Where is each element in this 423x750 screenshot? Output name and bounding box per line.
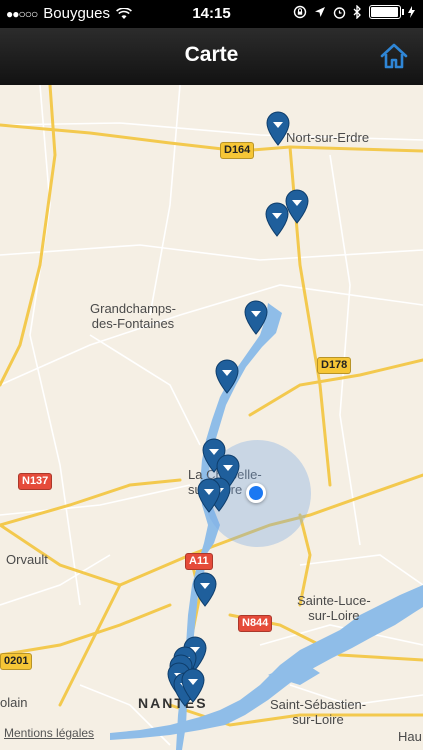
map-view[interactable]: D164 D178 N137 A11 N844 0201 Nort-sur-Er… [0, 85, 423, 750]
map-marker-pin-icon[interactable] [180, 667, 206, 703]
road-label-d164: D164 [220, 142, 255, 159]
map-marker-pin-icon[interactable] [243, 299, 269, 335]
map-base [0, 85, 423, 750]
road-label-d201: 0201 [0, 653, 33, 670]
status-bar: ●●○○○ Bouygues 14:15 [0, 0, 423, 28]
page-title: Carte [184, 43, 239, 66]
road-label-d178: D178 [317, 357, 352, 374]
map-marker-pin-icon[interactable] [264, 201, 290, 237]
place-label-orvault: Orvault [6, 552, 48, 567]
map-marker-pin-icon[interactable] [265, 110, 291, 146]
location-arrow-icon [315, 7, 325, 17]
alarm-icon [333, 6, 346, 19]
map-marker-pin-icon[interactable] [192, 571, 218, 607]
map-marker-pin-icon[interactable] [196, 477, 222, 513]
place-label-blain: olain [0, 695, 28, 710]
home-icon[interactable] [379, 42, 409, 70]
place-label-haute: Hau [398, 729, 422, 744]
map-marker-pin-icon[interactable] [214, 358, 240, 394]
charging-icon [408, 6, 415, 18]
road-label-a11: A11 [185, 553, 213, 570]
road-label-n844: N844 [238, 615, 273, 632]
place-label-nort-sur-erdre: Nort-sur-Erdre [286, 130, 370, 145]
legal-link[interactable]: Mentions légales [4, 726, 94, 740]
battery-icon [369, 5, 404, 19]
bluetooth-icon [353, 5, 361, 19]
place-label-grandchamps: Grandchamps- des-Fontaines [90, 301, 176, 331]
place-label-sainte-luce: Sainte-Luce- sur-Loire [297, 593, 371, 623]
place-label-saint-sebastien: Saint-Sébastien- sur-Loire [270, 697, 367, 727]
user-location-icon[interactable] [246, 483, 266, 503]
navigation-bar: Carte [0, 28, 423, 85]
road-label-n137: N137 [18, 473, 53, 490]
rotation-lock-icon [293, 5, 307, 19]
